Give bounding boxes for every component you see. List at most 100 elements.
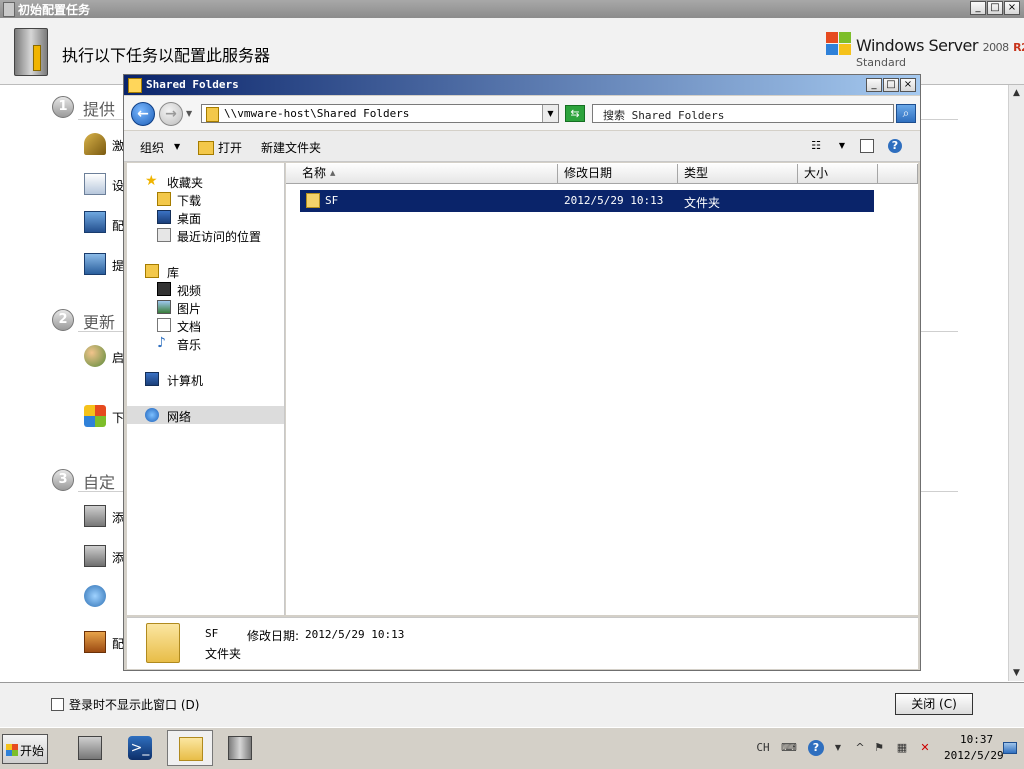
library-icon <box>145 264 159 278</box>
forward-arrow-icon[interactable]: → <box>159 102 183 126</box>
address-dropdown-icon[interactable]: ▼ <box>542 105 558 122</box>
explorer-title: Shared Folders <box>146 78 239 91</box>
nav-item-pictures[interactable]: 图片 <box>127 298 284 316</box>
view-dropdown-icon[interactable]: ▼ <box>835 139 849 153</box>
close-window-button[interactable]: × <box>1004 1 1020 15</box>
nav-label: 最近访问的位置 <box>177 230 262 244</box>
config-scrollbar[interactable]: ▲ ▼ <box>1008 85 1024 681</box>
address-bar: ← → ▼ \\vmware-host\Shared Folders ▼ ⇆ 搜… <box>124 96 920 130</box>
scroll-up-icon[interactable]: ▲ <box>1009 85 1024 101</box>
scroll-down-icon[interactable]: ▼ <box>1009 665 1024 681</box>
column-header-modified[interactable]: 修改日期 <box>558 164 678 184</box>
view-options-icon[interactable]: ☷ <box>809 139 823 153</box>
nav-label: 桌面 <box>177 212 202 226</box>
nav-item-videos[interactable]: 视频 <box>127 280 284 298</box>
key-icon <box>84 133 106 155</box>
shared-folder-icon <box>128 78 142 93</box>
organize-dropdown-icon[interactable]: ▼ <box>174 142 180 151</box>
section-number-3: 3 <box>52 469 74 491</box>
refresh-icon[interactable]: ⇆ <box>565 105 585 122</box>
nav-label: 文档 <box>177 320 202 334</box>
column-label: 名称 <box>302 166 327 180</box>
nav-libraries[interactable]: 库 <box>127 262 284 280</box>
keyboard-icon[interactable]: ⌨ <box>781 740 797 756</box>
taskbar: 开始 >_ CH ⌨ ? ▼ ^ ⚑ ▦ ✕ 10:37 2012/5/29 <box>0 727 1024 769</box>
column-header-name[interactable]: 名称 ▲ <box>286 164 558 184</box>
recent-pages-dropdown-icon[interactable]: ▼ <box>186 109 192 118</box>
server-tasks-icon <box>228 736 252 760</box>
explorer-close-button[interactable]: × <box>900 78 916 92</box>
folder-icon <box>146 623 180 663</box>
language-indicator[interactable]: CH <box>752 740 774 756</box>
preview-pane-icon[interactable] <box>860 139 874 153</box>
nav-label: 库 <box>167 266 180 280</box>
explorer-folder-icon <box>179 737 203 761</box>
explorer-titlebar[interactable]: Shared Folders _ □ × <box>124 75 920 95</box>
section-title-1: 提供 <box>83 100 116 119</box>
organize-button[interactable]: 组织 <box>140 139 164 156</box>
nav-computer[interactable]: 计算机 <box>127 370 284 388</box>
volume-muted-icon[interactable]: ✕ <box>917 740 933 756</box>
explorer-minimize-button[interactable]: _ <box>866 78 882 92</box>
logo-brand: Windows Server <box>856 36 978 55</box>
dont-show-checkbox[interactable] <box>51 698 64 711</box>
table-row[interactable]: SF 2012/5/29 10:13 文件夹 <box>300 190 874 212</box>
nav-network[interactable]: 网络 <box>127 406 284 424</box>
nav-favorites[interactable]: ★ 收藏夹 <box>127 172 284 190</box>
nav-label: 计算机 <box>167 374 204 388</box>
server-config-icon <box>14 28 48 76</box>
taskbar-config-tasks[interactable] <box>217 730 263 766</box>
config-footer: 登录时不显示此窗口 (D) 关闭 (C) <box>0 682 1024 727</box>
column-header-size[interactable]: 大小 <box>798 164 878 184</box>
config-window-title: 初始配置任务 <box>18 3 91 17</box>
nav-item-downloads[interactable]: 下载 <box>127 190 284 208</box>
config-window-titlebar[interactable]: 初始配置任务 _ □ × <box>0 0 1024 18</box>
help-icon[interactable]: ? <box>888 139 902 153</box>
logo-edition: Standard <box>856 56 907 69</box>
dont-show-label[interactable]: 登录时不显示此窗口 (D) <box>69 696 199 713</box>
taskbar-explorer[interactable] <box>167 730 213 766</box>
new-folder-button[interactable]: 新建文件夹 <box>261 139 321 156</box>
column-header-type[interactable]: 类型 <box>678 164 798 184</box>
desktop-icon <box>157 210 171 224</box>
help-icon[interactable]: ? <box>808 740 824 756</box>
show-desktop-icon[interactable] <box>1003 742 1017 754</box>
nav-item-desktop[interactable]: 桌面 <box>127 208 284 226</box>
clock-time[interactable]: 10:37 <box>960 733 993 746</box>
navigation-pane: ★ 收藏夹 下载 桌面 最近访问的位置 库 视频 图片 文档 ♪ 音乐 计算机 … <box>127 163 285 615</box>
start-label: 开始 <box>20 744 45 758</box>
file-name: SF <box>325 194 339 207</box>
flag-icon[interactable]: ⚑ <box>871 740 887 756</box>
logo-version: 2008 <box>982 41 1010 54</box>
open-button[interactable]: 打开 <box>218 139 242 156</box>
close-button[interactable]: 关闭 (C) <box>895 693 973 715</box>
documents-icon <box>157 318 171 332</box>
search-icon[interactable]: ⌕ <box>896 104 916 123</box>
clock-date[interactable]: 2012/5/29 <box>944 749 1004 762</box>
open-folder-icon <box>198 141 214 155</box>
back-arrow-icon[interactable]: ← <box>131 102 155 126</box>
column-header-filler <box>878 164 918 184</box>
taskbar-powershell[interactable]: >_ <box>117 730 163 766</box>
config-header-text: 执行以下任务以配置此服务器 <box>62 46 271 65</box>
details-modified-label: 修改日期: <box>247 629 300 643</box>
powershell-icon: >_ <box>128 736 152 760</box>
file-modified: 2012/5/29 10:13 <box>564 194 664 207</box>
maximize-button[interactable]: □ <box>987 1 1003 15</box>
taskbar-server-manager[interactable] <box>67 730 113 766</box>
details-modified-value: 2012/5/29 10:13 <box>305 628 405 641</box>
minimize-button[interactable]: _ <box>970 1 986 15</box>
nav-item-recent[interactable]: 最近访问的位置 <box>127 226 284 244</box>
explorer-maximize-button[interactable]: □ <box>883 78 899 92</box>
search-input[interactable]: 搜索 Shared Folders <box>592 104 894 123</box>
start-button[interactable]: 开始 <box>2 734 48 764</box>
network-tray-icon[interactable]: ▦ <box>894 740 910 756</box>
nav-label: 音乐 <box>177 338 202 352</box>
show-hidden-icons[interactable]: ^ <box>852 740 868 756</box>
sort-ascending-icon: ▲ <box>330 169 336 177</box>
nav-item-documents[interactable]: 文档 <box>127 316 284 334</box>
nav-item-music[interactable]: ♪ 音乐 <box>127 334 284 352</box>
address-input[interactable]: \\vmware-host\Shared Folders ▼ <box>201 104 559 123</box>
tray-dropdown-icon[interactable]: ▼ <box>830 740 846 756</box>
logo-r2: R2 <box>1013 41 1024 54</box>
